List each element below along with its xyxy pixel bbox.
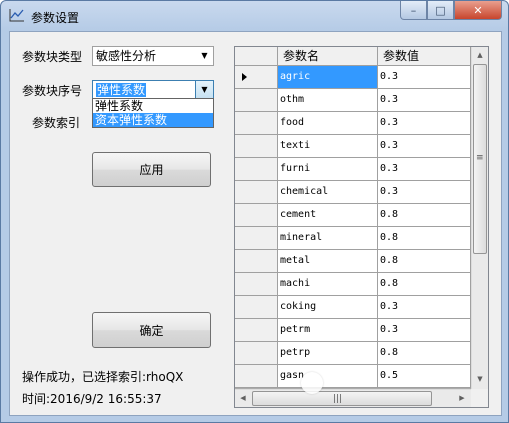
- parameter-grid[interactable]: 参数名 参数值 agric 0.3 othm 0.3 food 0.3 texti 0.3 fu…: [234, 46, 489, 408]
- param-value-cell[interactable]: 0.3: [378, 319, 471, 342]
- param-value-cell[interactable]: 0.8: [378, 273, 471, 296]
- param-name-cell[interactable]: othm: [278, 89, 378, 112]
- table-row[interactable]: machi 0.8: [235, 273, 471, 296]
- row-header[interactable]: [235, 227, 278, 250]
- table-row[interactable]: petrp 0.8: [235, 342, 471, 365]
- scrollbar-corner: [471, 389, 488, 407]
- horizontal-scrollbar[interactable]: ◀ ||| ▶: [235, 389, 471, 407]
- param-value-cell[interactable]: 0.3: [378, 135, 471, 158]
- vertical-scrollbar[interactable]: ▲ ≡ ▼: [471, 47, 488, 389]
- table-row[interactable]: petrm 0.3: [235, 319, 471, 342]
- minimize-button[interactable]: –: [400, 1, 427, 20]
- chart-line-icon: [9, 9, 24, 22]
- table-row[interactable]: coking 0.3: [235, 296, 471, 319]
- param-value-cell[interactable]: 0.3: [378, 296, 471, 319]
- param-value-cell[interactable]: 0.3: [378, 66, 471, 89]
- param-name-cell[interactable]: machi: [278, 273, 378, 296]
- column-header-value[interactable]: 参数值: [378, 47, 471, 66]
- chevron-down-icon[interactable]: ▼: [196, 47, 213, 65]
- current-row-pointer-icon: [242, 73, 247, 81]
- block-index-value: 弹性系数: [96, 83, 147, 97]
- row-header[interactable]: [235, 296, 278, 319]
- param-name-cell[interactable]: coking: [278, 296, 378, 319]
- dropdown-option-highlighted[interactable]: 资本弹性系数: [93, 113, 213, 127]
- row-header[interactable]: [235, 158, 278, 181]
- row-header[interactable]: [235, 89, 278, 112]
- param-name-cell[interactable]: gasn: [278, 365, 378, 388]
- param-name-cell[interactable]: agric: [278, 66, 378, 89]
- row-header[interactable]: [235, 135, 278, 158]
- title-bar[interactable]: 参数设置 – □ ✕: [1, 1, 508, 31]
- scroll-down-icon[interactable]: ▼: [472, 371, 488, 387]
- param-name-cell[interactable]: furni: [278, 158, 378, 181]
- grid-viewport: 参数名 参数值 agric 0.3 othm 0.3 food 0.3 texti 0.3 fu…: [235, 47, 471, 389]
- table-row[interactable]: agric 0.3: [235, 66, 471, 89]
- window-title: 参数设置: [31, 11, 80, 25]
- block-index-combobox[interactable]: 弹性系数 ▼: [92, 80, 214, 100]
- chevron-down-icon[interactable]: ▼: [195, 81, 213, 99]
- row-header[interactable]: [235, 319, 278, 342]
- column-header-name[interactable]: 参数名: [278, 47, 378, 66]
- param-value-cell[interactable]: 0.8: [378, 342, 471, 365]
- param-value-cell[interactable]: 0.3: [378, 181, 471, 204]
- param-value-cell[interactable]: 0.3: [378, 158, 471, 181]
- param-name-cell[interactable]: petrm: [278, 319, 378, 342]
- block-index-label: 参数块序号: [22, 84, 83, 98]
- param-value-cell[interactable]: 0.3: [378, 112, 471, 135]
- param-value-cell[interactable]: 0.8: [378, 227, 471, 250]
- close-button[interactable]: ✕: [454, 1, 502, 20]
- param-name-cell[interactable]: food: [278, 112, 378, 135]
- scroll-left-icon[interactable]: ◀: [235, 390, 251, 406]
- row-header[interactable]: [235, 66, 278, 89]
- block-type-combobox[interactable]: 敏感性分析 ▼: [92, 46, 214, 66]
- param-value-cell[interactable]: 0.5: [378, 365, 471, 388]
- grip-icon: ≡: [476, 153, 484, 163]
- table-row[interactable]: food 0.3: [235, 112, 471, 135]
- table-row[interactable]: metal 0.8: [235, 250, 471, 273]
- table-row[interactable]: othm 0.3: [235, 89, 471, 112]
- grip-icon: |||: [333, 394, 343, 404]
- scroll-right-icon[interactable]: ▶: [454, 390, 470, 406]
- block-index-dropdown-list: 弹性系数 资本弹性系数: [92, 98, 214, 128]
- param-name-cell[interactable]: cement: [278, 204, 378, 227]
- horizontal-scroll-thumb[interactable]: |||: [252, 391, 432, 406]
- param-value-cell[interactable]: 0.8: [378, 204, 471, 227]
- row-header[interactable]: [235, 204, 278, 227]
- block-type-label: 参数块类型: [22, 50, 83, 64]
- row-header[interactable]: [235, 181, 278, 204]
- row-header[interactable]: [235, 112, 278, 135]
- block-type-value: 敏感性分析: [96, 49, 157, 63]
- table-row[interactable]: mineral 0.8: [235, 227, 471, 250]
- scroll-up-icon[interactable]: ▲: [472, 47, 488, 63]
- param-name-cell[interactable]: metal: [278, 250, 378, 273]
- table-row[interactable]: chemical 0.3: [235, 181, 471, 204]
- param-value-cell[interactable]: 0.8: [378, 250, 471, 273]
- param-name-cell[interactable]: mineral: [278, 227, 378, 250]
- maximize-button[interactable]: □: [427, 1, 454, 20]
- table-row[interactable]: gasn 0.5: [235, 365, 471, 388]
- status-message: 操作成功，已选择索引:rhoQX: [22, 370, 184, 384]
- param-index-label: 参数索引: [32, 116, 81, 130]
- vertical-scroll-thumb[interactable]: ≡: [473, 64, 487, 254]
- settings-window: 参数设置 – □ ✕ 参数块类型 敏感性分析 ▼ 参数块序号 弹性系数 ▼ 弹性…: [0, 0, 509, 423]
- param-name-cell[interactable]: petrp: [278, 342, 378, 365]
- param-name-cell[interactable]: chemical: [278, 181, 378, 204]
- row-header[interactable]: [235, 250, 278, 273]
- grid-rows: agric 0.3 othm 0.3 food 0.3 texti 0.3 furni 0.3 ch…: [235, 66, 471, 388]
- row-header[interactable]: [235, 273, 278, 296]
- row-header[interactable]: [235, 365, 278, 388]
- confirm-button[interactable]: 确定: [92, 312, 211, 348]
- client-area: 参数块类型 敏感性分析 ▼ 参数块序号 弹性系数 ▼ 弹性系数 资本弹性系数 参…: [9, 31, 502, 416]
- table-row[interactable]: cement 0.8: [235, 204, 471, 227]
- param-value-cell[interactable]: 0.3: [378, 89, 471, 112]
- row-header[interactable]: [235, 342, 278, 365]
- dropdown-option[interactable]: 弹性系数: [93, 99, 213, 113]
- table-row[interactable]: furni 0.3: [235, 158, 471, 181]
- apply-button[interactable]: 应用: [92, 152, 211, 187]
- status-time: 时间:2016/9/2 16:55:37: [22, 392, 162, 406]
- grid-corner-header: [235, 47, 278, 66]
- param-name-cell[interactable]: texti: [278, 135, 378, 158]
- table-row[interactable]: texti 0.3: [235, 135, 471, 158]
